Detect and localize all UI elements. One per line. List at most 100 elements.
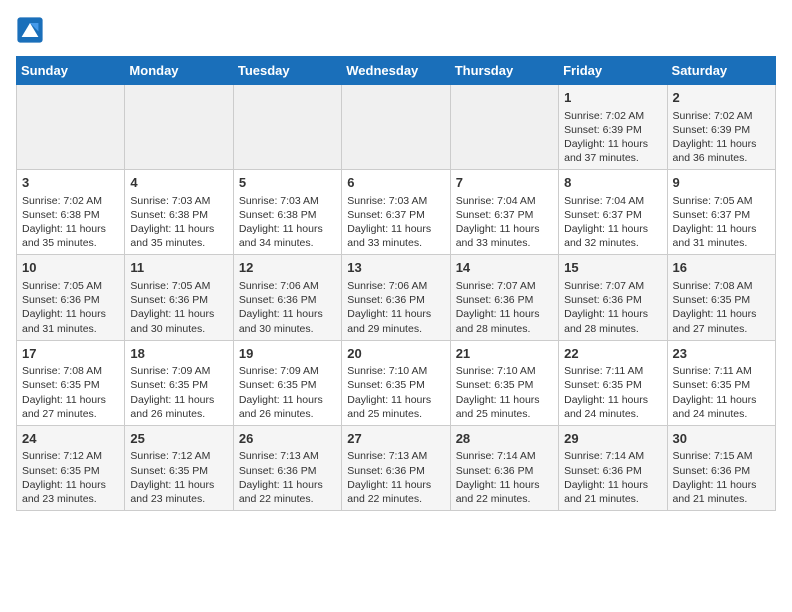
weekday-header-row: SundayMondayTuesdayWednesdayThursdayFrid… <box>17 57 776 85</box>
day-info-line: Daylight: 11 hours <box>456 307 553 321</box>
day-info-line: and 33 minutes. <box>347 236 444 250</box>
calendar-cell <box>233 85 341 170</box>
calendar-cell: 16Sunrise: 7:08 AMSunset: 6:35 PMDayligh… <box>667 255 775 340</box>
day-info-line: Sunrise: 7:11 AM <box>564 364 661 378</box>
day-info-line: Sunrise: 7:05 AM <box>673 194 770 208</box>
day-info-line: Sunrise: 7:09 AM <box>130 364 227 378</box>
calendar-cell: 8Sunrise: 7:04 AMSunset: 6:37 PMDaylight… <box>559 170 667 255</box>
day-info-line: Daylight: 11 hours <box>564 307 661 321</box>
weekday-header-thursday: Thursday <box>450 57 558 85</box>
day-info-line: Daylight: 11 hours <box>456 222 553 236</box>
day-info-line: Sunrise: 7:02 AM <box>22 194 119 208</box>
day-info-line: Daylight: 11 hours <box>564 222 661 236</box>
calendar-cell: 28Sunrise: 7:14 AMSunset: 6:36 PMDayligh… <box>450 425 558 510</box>
calendar-cell: 22Sunrise: 7:11 AMSunset: 6:35 PMDayligh… <box>559 340 667 425</box>
calendar-cell: 19Sunrise: 7:09 AMSunset: 6:35 PMDayligh… <box>233 340 341 425</box>
day-info-line: and 36 minutes. <box>673 151 770 165</box>
day-info-line: Daylight: 11 hours <box>22 478 119 492</box>
day-number: 15 <box>564 259 661 277</box>
day-info-line: Sunset: 6:39 PM <box>673 123 770 137</box>
calendar-cell: 27Sunrise: 7:13 AMSunset: 6:36 PMDayligh… <box>342 425 450 510</box>
day-info-line: Daylight: 11 hours <box>22 393 119 407</box>
day-info-line: Sunset: 6:35 PM <box>347 378 444 392</box>
day-info-line: Sunset: 6:37 PM <box>673 208 770 222</box>
day-number: 13 <box>347 259 444 277</box>
day-info-line: Sunset: 6:36 PM <box>564 293 661 307</box>
day-number: 18 <box>130 345 227 363</box>
day-number: 11 <box>130 259 227 277</box>
day-number: 28 <box>456 430 553 448</box>
day-info-line: and 37 minutes. <box>564 151 661 165</box>
weekday-header-sunday: Sunday <box>17 57 125 85</box>
weekday-header-friday: Friday <box>559 57 667 85</box>
day-info-line: Sunset: 6:36 PM <box>239 464 336 478</box>
calendar-cell: 10Sunrise: 7:05 AMSunset: 6:36 PMDayligh… <box>17 255 125 340</box>
calendar-cell <box>450 85 558 170</box>
day-info-line: Sunrise: 7:04 AM <box>456 194 553 208</box>
day-info-line: and 23 minutes. <box>130 492 227 506</box>
day-info-line: and 24 minutes. <box>564 407 661 421</box>
calendar-cell: 6Sunrise: 7:03 AMSunset: 6:37 PMDaylight… <box>342 170 450 255</box>
day-info-line: Sunrise: 7:02 AM <box>564 109 661 123</box>
day-info-line: Daylight: 11 hours <box>347 307 444 321</box>
day-info-line: Sunrise: 7:06 AM <box>347 279 444 293</box>
calendar-cell: 29Sunrise: 7:14 AMSunset: 6:36 PMDayligh… <box>559 425 667 510</box>
day-info-line: Daylight: 11 hours <box>347 222 444 236</box>
day-number: 12 <box>239 259 336 277</box>
day-info-line: Sunset: 6:37 PM <box>564 208 661 222</box>
calendar-cell: 12Sunrise: 7:06 AMSunset: 6:36 PMDayligh… <box>233 255 341 340</box>
day-info-line: Sunrise: 7:08 AM <box>673 279 770 293</box>
day-info-line: Sunset: 6:35 PM <box>456 378 553 392</box>
calendar-week-row: 3Sunrise: 7:02 AMSunset: 6:38 PMDaylight… <box>17 170 776 255</box>
weekday-header-saturday: Saturday <box>667 57 775 85</box>
day-info-line: Daylight: 11 hours <box>130 393 227 407</box>
day-info-line: Sunset: 6:36 PM <box>22 293 119 307</box>
day-info-line: Sunset: 6:36 PM <box>239 293 336 307</box>
day-info-line: and 22 minutes. <box>456 492 553 506</box>
calendar-cell: 13Sunrise: 7:06 AMSunset: 6:36 PMDayligh… <box>342 255 450 340</box>
day-number: 27 <box>347 430 444 448</box>
day-info-line: and 24 minutes. <box>673 407 770 421</box>
day-info-line: Sunset: 6:36 PM <box>673 464 770 478</box>
logo-icon <box>16 16 44 44</box>
day-info-line: and 28 minutes. <box>564 322 661 336</box>
calendar-cell: 21Sunrise: 7:10 AMSunset: 6:35 PMDayligh… <box>450 340 558 425</box>
day-info-line: Daylight: 11 hours <box>673 393 770 407</box>
day-info-line: Daylight: 11 hours <box>22 222 119 236</box>
day-info-line: Sunrise: 7:14 AM <box>564 449 661 463</box>
weekday-header-wednesday: Wednesday <box>342 57 450 85</box>
day-info-line: Daylight: 11 hours <box>456 393 553 407</box>
calendar-cell: 30Sunrise: 7:15 AMSunset: 6:36 PMDayligh… <box>667 425 775 510</box>
day-info-line: and 26 minutes. <box>130 407 227 421</box>
day-number: 23 <box>673 345 770 363</box>
day-number: 25 <box>130 430 227 448</box>
day-info-line: Daylight: 11 hours <box>673 478 770 492</box>
calendar-cell: 2Sunrise: 7:02 AMSunset: 6:39 PMDaylight… <box>667 85 775 170</box>
day-info-line: and 21 minutes. <box>673 492 770 506</box>
day-info-line: Sunset: 6:38 PM <box>239 208 336 222</box>
day-number: 22 <box>564 345 661 363</box>
day-info-line: Sunrise: 7:03 AM <box>347 194 444 208</box>
day-number: 4 <box>130 174 227 192</box>
calendar-cell: 7Sunrise: 7:04 AMSunset: 6:37 PMDaylight… <box>450 170 558 255</box>
day-info-line: Sunrise: 7:14 AM <box>456 449 553 463</box>
day-info-line: Sunset: 6:39 PM <box>564 123 661 137</box>
day-info-line: Sunrise: 7:09 AM <box>239 364 336 378</box>
day-info-line: Daylight: 11 hours <box>564 478 661 492</box>
day-info-line: Sunrise: 7:03 AM <box>130 194 227 208</box>
day-number: 17 <box>22 345 119 363</box>
calendar-week-row: 10Sunrise: 7:05 AMSunset: 6:36 PMDayligh… <box>17 255 776 340</box>
day-info-line: Sunrise: 7:03 AM <box>239 194 336 208</box>
day-info-line: Sunset: 6:35 PM <box>130 378 227 392</box>
calendar-cell: 20Sunrise: 7:10 AMSunset: 6:35 PMDayligh… <box>342 340 450 425</box>
day-number: 24 <box>22 430 119 448</box>
day-info-line: and 31 minutes. <box>22 322 119 336</box>
calendar-cell: 9Sunrise: 7:05 AMSunset: 6:37 PMDaylight… <box>667 170 775 255</box>
day-number: 8 <box>564 174 661 192</box>
day-info-line: and 22 minutes. <box>347 492 444 506</box>
day-info-line: Sunrise: 7:05 AM <box>130 279 227 293</box>
day-info-line: Sunset: 6:35 PM <box>22 464 119 478</box>
day-info-line: and 27 minutes. <box>673 322 770 336</box>
day-info-line: Sunrise: 7:13 AM <box>347 449 444 463</box>
day-info-line: Sunrise: 7:06 AM <box>239 279 336 293</box>
